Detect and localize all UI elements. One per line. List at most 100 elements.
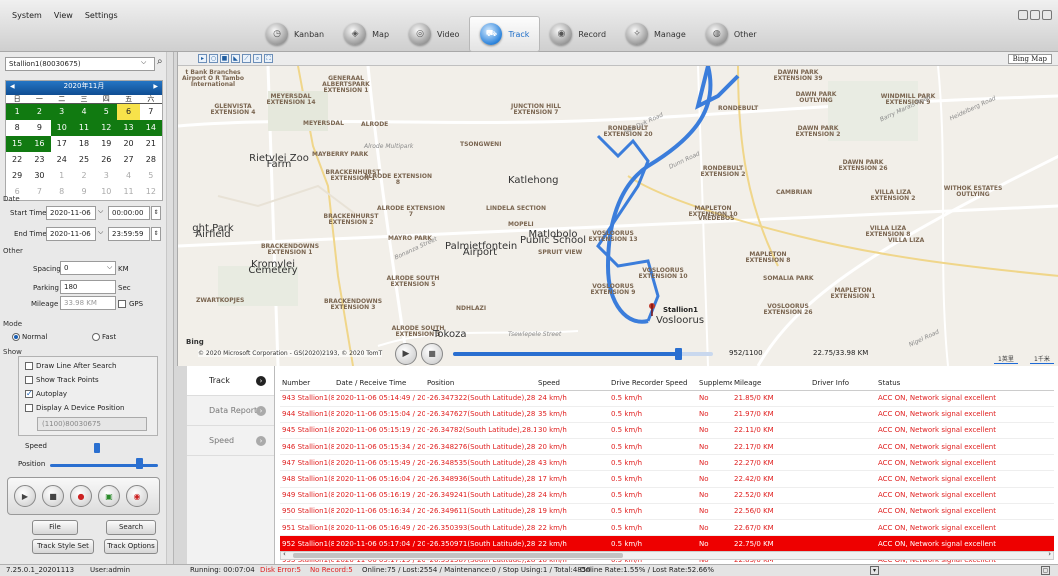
- calendar-day[interactable]: 14: [139, 120, 162, 136]
- scroll-left-icon[interactable]: ‹: [283, 550, 286, 558]
- nav-other[interactable]: ◍ Other: [696, 16, 767, 52]
- mode-fast-radio[interactable]: Fast: [92, 333, 116, 341]
- show-option[interactable]: Autoplay: [25, 388, 151, 402]
- column-header[interactable]: Speed: [536, 376, 609, 391]
- end-date-field[interactable]: 2020-11-06: [46, 227, 96, 241]
- column-header[interactable]: Supplement: [697, 376, 732, 391]
- device-position-select[interactable]: (1100)80030675: [37, 417, 147, 431]
- column-header[interactable]: Driver Info: [810, 376, 876, 391]
- file-button[interactable]: File: [32, 520, 78, 535]
- record-button[interactable]: ●: [70, 485, 92, 507]
- position-slider-thumb[interactable]: [136, 458, 143, 469]
- prev-month-icon[interactable]: ◀: [10, 83, 15, 91]
- maximize-icon[interactable]: [1030, 10, 1040, 20]
- polygon-tool-icon[interactable]: ◣: [231, 54, 240, 63]
- end-time-stepper[interactable]: ⇕: [151, 227, 161, 241]
- table-row[interactable]: 944 Stallion1(80 2020-11-06 05:15:04 / 20…: [280, 406, 1054, 423]
- show-option[interactable]: Draw Line After Search: [25, 360, 151, 374]
- map-progress-thumb[interactable]: [674, 348, 682, 360]
- calendar-day[interactable]: 9: [28, 120, 50, 136]
- column-header[interactable]: Mileage: [732, 376, 810, 391]
- calendar-day[interactable]: 4: [117, 168, 139, 184]
- calendar-day[interactable]: 26: [95, 152, 117, 168]
- column-header[interactable]: Position: [425, 376, 536, 391]
- next-month-icon[interactable]: ▶: [153, 83, 158, 91]
- map-progress-track[interactable]: [453, 348, 713, 360]
- menu-system[interactable]: System: [12, 11, 42, 20]
- map-stop-button[interactable]: ■: [421, 343, 443, 365]
- table-row[interactable]: 949 Stallion1(80 2020-11-06 05:16:19 / 20…: [280, 487, 1054, 504]
- stop-button[interactable]: ■: [42, 485, 64, 507]
- minimize-icon[interactable]: [1018, 10, 1028, 20]
- fullscreen-tool-icon[interactable]: ⛶: [264, 54, 273, 63]
- table-row[interactable]: 943 Stallion1(80 2020-11-06 05:14:49 / 20…: [280, 390, 1054, 407]
- calendar-day[interactable]: 8: [51, 184, 73, 200]
- speed-slider-thumb[interactable]: [94, 443, 100, 453]
- checkbox[interactable]: [25, 388, 33, 400]
- tab-track[interactable]: Track ›: [187, 366, 274, 396]
- calendar-day[interactable]: 5: [95, 104, 118, 120]
- calendar-day[interactable]: 4: [72, 104, 96, 120]
- start-date-field[interactable]: 2020-11-06: [46, 206, 96, 220]
- start-time-field[interactable]: 00:00:00: [108, 206, 150, 220]
- calendar-day[interactable]: 1: [51, 168, 73, 184]
- calendar-day[interactable]: 3: [95, 168, 117, 184]
- calendar-day[interactable]: 7: [28, 184, 50, 200]
- chevron-down-icon[interactable]: ⌵: [141, 58, 146, 67]
- panel-toggle-icon[interactable]: ▢: [1041, 566, 1050, 575]
- line-tool-icon[interactable]: ⟋: [242, 54, 251, 63]
- device-select[interactable]: Stallion1(80030675): [5, 57, 155, 71]
- nav-record[interactable]: ◉ Record: [540, 16, 616, 52]
- scroll-right-icon[interactable]: ›: [1048, 550, 1051, 558]
- circle-tool-icon[interactable]: ○: [209, 54, 218, 63]
- calendar-day[interactable]: 6: [117, 104, 140, 120]
- checkbox[interactable]: [25, 404, 33, 412]
- calendar-day[interactable]: 11: [72, 120, 96, 136]
- table-row[interactable]: 947 Stallion1(80 2020-11-06 05:15:49 / 20…: [280, 454, 1054, 472]
- table-row[interactable]: 948 Stallion1(80 2020-11-06 05:16:04 / 20…: [280, 470, 1054, 488]
- play-button[interactable]: ▶: [14, 485, 36, 507]
- calendar-day[interactable]: 15: [6, 136, 29, 152]
- zoom-tool-icon[interactable]: ⌕: [253, 54, 262, 63]
- column-header[interactable]: Status: [876, 376, 1054, 391]
- map-provider-select[interactable]: Bing Map: [1007, 54, 1052, 64]
- rect-tool-icon[interactable]: ■: [220, 54, 229, 63]
- table-row[interactable]: 952 Stallion1(80 2020-11-06 05:17:04 / 20…: [280, 535, 1054, 553]
- scroll-thumb[interactable]: [293, 553, 623, 558]
- calendar-day[interactable]: 12: [95, 120, 118, 136]
- parking-field[interactable]: 180: [60, 280, 116, 294]
- calendar-day[interactable]: 20: [117, 136, 139, 152]
- map-canvas[interactable]: [178, 66, 1058, 366]
- search-button[interactable]: Search: [106, 520, 156, 535]
- nav-manage[interactable]: ✧ Manage: [616, 16, 696, 52]
- pointer-tool-icon[interactable]: ▸: [198, 54, 207, 63]
- menu-settings[interactable]: Settings: [85, 11, 118, 20]
- calendar-day[interactable]: 18: [73, 136, 95, 152]
- table-row[interactable]: 945 Stallion1(80 2020-11-06 05:15:19 / 20…: [280, 422, 1054, 440]
- calendar-day[interactable]: 8: [6, 120, 28, 136]
- calendar-day[interactable]: 10: [95, 184, 117, 200]
- calendar-day[interactable]: 24: [51, 152, 73, 168]
- column-header[interactable]: Date / Receive Time: [334, 376, 425, 391]
- nav-kanban[interactable]: ◷ Kanban: [256, 16, 334, 52]
- track-style-set-button[interactable]: Track Style Set: [32, 539, 94, 554]
- calendar-day[interactable]: 13: [117, 120, 140, 136]
- checkbox[interactable]: [25, 362, 33, 370]
- radio-icon[interactable]: [92, 333, 100, 341]
- export-button[interactable]: ▣: [98, 485, 120, 507]
- calendar-day[interactable]: 12: [140, 184, 162, 200]
- show-option[interactable]: Show Track Points: [25, 374, 151, 388]
- expand-icon[interactable]: ▾: [870, 566, 879, 575]
- calendar-day[interactable]: 7: [140, 104, 162, 120]
- table-row[interactable]: 950 Stallion1(80 2020-11-06 05:16:34 / 20…: [280, 503, 1054, 521]
- calendar-day[interactable]: 11: [117, 184, 139, 200]
- map-view[interactable]: ▸ ○ ■ ◣ ⟋ ⌕ ⛶ Bing Map t Bank Branches A…: [177, 52, 1058, 366]
- calendar-day[interactable]: 25: [73, 152, 95, 168]
- calendar-day[interactable]: 2: [28, 104, 51, 120]
- nav-video[interactable]: ◎ Video: [399, 16, 469, 52]
- end-time-field[interactable]: 23:59:59: [108, 227, 150, 241]
- calendar-day[interactable]: 1: [6, 104, 29, 120]
- menu-view[interactable]: View: [54, 11, 73, 20]
- calendar-day[interactable]: 22: [6, 152, 28, 168]
- tab-data-report[interactable]: Data Report ›: [187, 396, 274, 426]
